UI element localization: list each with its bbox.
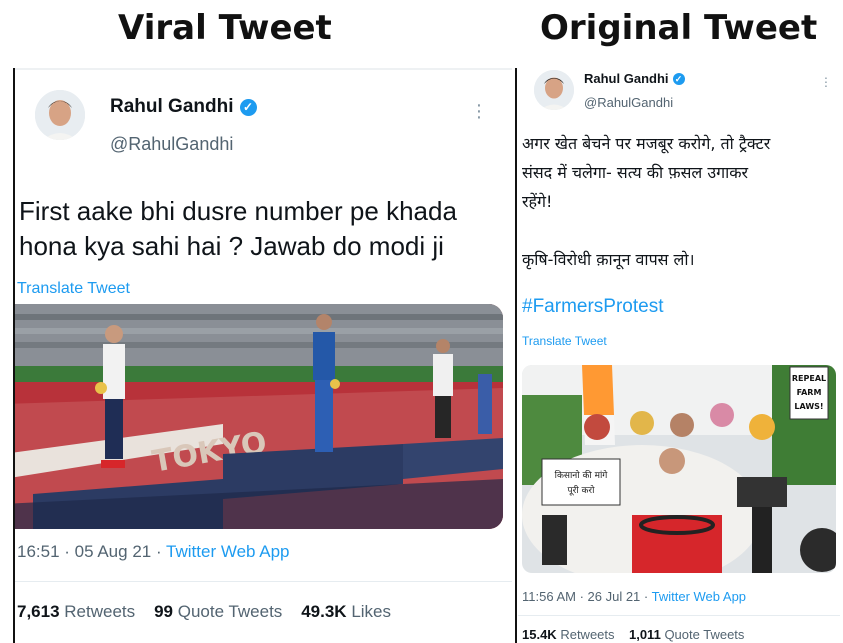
viral-likes-label: Likes xyxy=(351,602,392,621)
viral-timestamp-row: 16:51 · 05 Aug 21 · Twitter Web App xyxy=(17,542,290,561)
viral-tweet-text: First aake bhi dusre number pe khada hon… xyxy=(19,194,457,264)
viral-likes-count: 49.3K xyxy=(301,602,347,621)
viral-tweet-card: Rahul Gandhi ✓ @RahulGandhi · · · First aa… xyxy=(15,68,512,643)
original-retweets-label: Retweets xyxy=(560,627,615,642)
original-tweet-heading: Original Tweet xyxy=(540,8,818,48)
photo-sign-2-line-3: LAWS! xyxy=(794,402,823,411)
viral-handle[interactable]: @RahulGandhi xyxy=(110,134,233,155)
viral-retweets-stat[interactable]: 7,613 Retweets xyxy=(17,602,135,621)
original-text-line-4: कृषि-विरोधी क़ानून वापस लो। xyxy=(522,250,695,269)
original-text-line-3: रहेंगे! xyxy=(522,192,553,211)
viral-time[interactable]: 16:51 · 05 Aug 21 xyxy=(17,542,151,561)
original-translate-link[interactable]: Translate Tweet xyxy=(522,334,607,348)
more-options-icon[interactable]: · · · xyxy=(473,95,485,127)
original-quotes-count: 1,011 xyxy=(628,627,661,642)
photo-sign-2-line-2: FARM xyxy=(797,388,822,397)
viral-quotes-label: Quote Tweets xyxy=(177,602,283,621)
viral-podium-photo[interactable]: TOKYO xyxy=(15,304,503,529)
original-time[interactable]: 11:56 AM · 26 Jul 21 xyxy=(522,589,640,604)
verified-badge-icon: ✓ xyxy=(672,72,685,85)
photo-sign-1-line-1: किसानो की मांगे xyxy=(555,469,609,481)
viral-retweets-label: Retweets xyxy=(64,602,136,621)
viral-source[interactable]: Twitter Web App xyxy=(166,542,289,561)
viral-translate-link[interactable]: Translate Tweet xyxy=(17,280,130,298)
original-quotes-stat[interactable]: 1,011 Quote Tweets xyxy=(629,627,744,642)
viral-top-edge xyxy=(15,68,512,70)
viral-text-line-2: hona kya sahi hai ? Jawab do modi ji xyxy=(19,231,444,261)
original-name-text: Rahul Gandhi xyxy=(584,71,669,86)
original-retweets-stat[interactable]: 15.4K Retweets xyxy=(522,627,615,642)
viral-avatar[interactable] xyxy=(35,90,85,140)
original-source[interactable]: Twitter Web App xyxy=(652,589,746,604)
original-timestamp-row: 11:56 AM · 26 Jul 21 · Twitter Web App xyxy=(522,589,747,604)
viral-divider xyxy=(15,581,512,582)
viral-name-text: Rahul Gandhi xyxy=(110,96,234,117)
original-handle[interactable]: @RahulGandhi xyxy=(584,95,673,110)
original-tweet-text: अगर खेत बेचने पर मजबूर करोगे, तो ट्रैक्ट… xyxy=(522,129,770,274)
viral-tweet-heading: Viral Tweet xyxy=(118,8,332,48)
viral-stats-row: 7,613 Retweets 99 Quote Tweets 49.3K Lik… xyxy=(17,602,391,622)
middle-border-line xyxy=(515,68,517,643)
original-stats-row: 15.4K Retweets 1,011 Quote Tweets xyxy=(522,627,744,642)
viral-quotes-stat[interactable]: 99 Quote Tweets xyxy=(154,602,282,621)
viral-retweets-count: 7,613 xyxy=(17,602,60,621)
original-quotes-label: Quote Tweets xyxy=(664,627,745,642)
original-tractor-photo[interactable]: किसानो की मांगे पूरी करो REPEAL FARM LAW… xyxy=(522,365,836,573)
original-text-line-1: अगर खेत बेचने पर मजबूर करोगे, तो ट्रैक्ट… xyxy=(522,134,771,153)
original-avatar[interactable] xyxy=(534,70,574,110)
original-display-name[interactable]: Rahul Gandhi ✓ xyxy=(584,71,685,86)
original-text-line-2: संसद में चलेगा- सत्य की फ़सल उगाकर xyxy=(522,163,749,182)
original-retweets-count: 15.4K xyxy=(522,627,557,642)
viral-display-name[interactable]: Rahul Gandhi ✓ xyxy=(110,96,257,118)
verified-badge-icon: ✓ xyxy=(239,98,257,116)
photo-sign-1-line-2: पूरी करो xyxy=(568,484,596,496)
viral-likes-stat[interactable]: 49.3K Likes xyxy=(301,602,391,621)
original-tweet-card: Rahul Gandhi ✓ @RahulGandhi · · · अगर खेत … xyxy=(518,68,840,643)
viral-text-line-1: First aake bhi dusre number pe khada xyxy=(19,196,457,226)
more-options-icon[interactable]: · · · xyxy=(821,70,831,92)
photo-sign-2-line-1: REPEAL xyxy=(792,374,826,383)
viral-quotes-count: 99 xyxy=(154,602,173,621)
original-hashtag-link[interactable]: #FarmersProtest xyxy=(522,296,663,318)
original-divider xyxy=(518,615,840,616)
